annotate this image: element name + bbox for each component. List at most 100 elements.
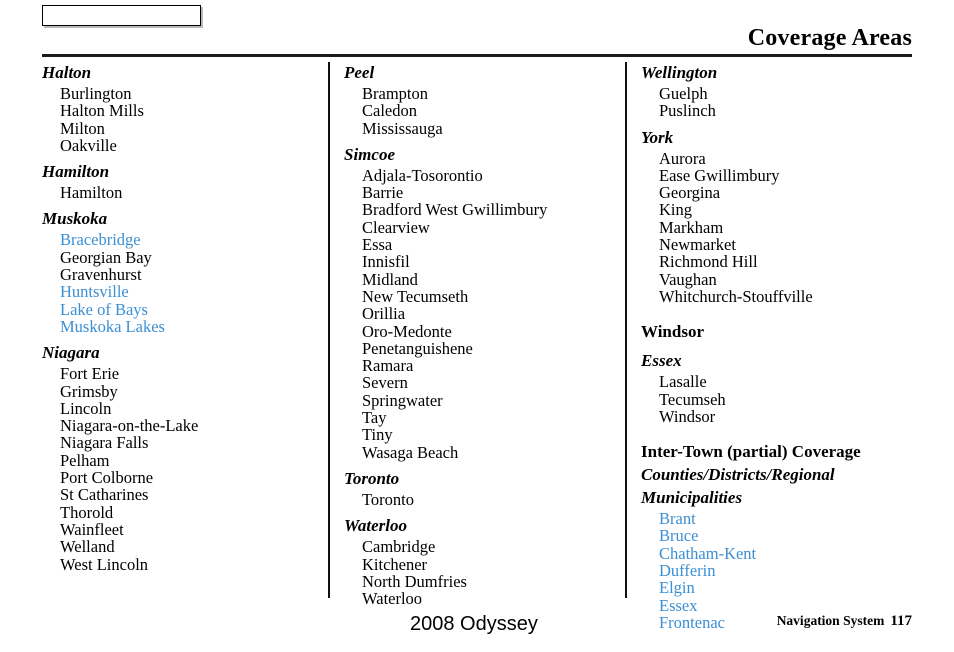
coverage-item: Orillia [362,304,406,324]
coverage-item: Gravenhurst [60,265,142,285]
coverage-group-heading: Essex [641,351,682,371]
coverage-group: Muskoka Bracebridge Georgian Bay Gravenhurs… [42,208,328,335]
coverage-item-link[interactable]: Chatham-Kent [659,544,914,562]
coverage-item-link[interactable]: Bracebridge [60,231,328,249]
coverage-item: Penetanguishene [362,338,473,358]
coverage-item: Toronto [362,489,415,509]
coverage-item-list: Hamilton [42,183,328,203]
coverage-item-list: Aurora Ease Gwillimbury Georgina King Markha… [641,149,914,305]
coverage-item: Adjala-Tosorontio [362,165,483,185]
coverage-group-heading: Muskoka [42,209,108,229]
coverage-item: Port Colborne [60,468,154,488]
coverage-item: Oro-Medonte [362,321,452,341]
coverage-item: West Lincoln [60,554,149,574]
coverage-group: Halton Burlington Halton Mills Milton Oakvil… [42,62,328,154]
coverage-item-list: Cambridge Kitchener North Dumfries Waterloo [344,538,625,607]
coverage-item: Bradford West Gwillimbury [362,200,548,220]
coverage-item-link[interactable]: Muskoka Lakes [60,318,328,336]
coverage-item: Severn [362,373,408,393]
coverage-item-list: Fort Erie Grimsby Lincoln Niagara-on-the-La… [42,365,328,573]
coverage-item: Vaughan [659,269,717,289]
coverage-item: Thorold [60,502,114,522]
coverage-group-heading: Waterloo [344,516,407,536]
coverage-item: Clearview [362,217,430,237]
coverage-item: New Tecumseth [362,286,469,306]
coverage-item: Oakville [60,135,117,155]
coverage-group: Niagara Fort Erie Grimsby Lincoln Niagara-on… [42,342,328,573]
coverage-item-link[interactable]: Brant [659,510,914,528]
coverage-item-list: Burlington Halton Mills Milton Oakville [42,85,328,154]
coverage-group: York Aurora Ease Gwillimbury Georgina King Ma… [641,127,914,306]
coverage-item: Burlington [60,84,132,103]
coverage-item-list: Brampton Caledon Mississauga [344,85,625,137]
coverage-item: Milton [60,118,105,138]
coverage-group-heading: Wellington [641,63,718,82]
coverage-item: Niagara-on-the-Lake [60,416,199,436]
coverage-item: Barrie [362,183,404,203]
coverage-group: Windsor [641,321,914,343]
coverage-item: Midland [362,269,418,289]
coverage-item: Mississauga [362,118,443,138]
coverage-item-link[interactable]: Elgin [659,579,914,597]
coverage-item: St Catharines [60,485,149,505]
footer-section-info: Navigation System 117 [777,611,912,631]
coverage-item: Tay [362,408,387,428]
coverage-column-1: Halton Burlington Halton Mills Milton Oakvil… [42,62,328,598]
coverage-item-link[interactable]: Huntsville [60,283,328,301]
coverage-columns: Halton Burlington Halton Mills Milton Oakvil… [0,62,954,631]
coverage-item: Tiny [362,425,393,445]
coverage-group-heading: Inter-Town (partial) Coverage [641,442,861,462]
coverage-item: Puslinch [659,101,716,121]
coverage-group-heading: Windsor [641,322,704,342]
coverage-item: Innisfil [362,252,410,272]
coverage-group-heading: Peel [344,63,375,82]
coverage-item: Ramara [362,356,414,376]
coverage-item: Wasaga Beach [362,442,459,462]
coverage-item-list: Adjala-Tosorontio Barrie Bradford West Gwi… [344,167,625,461]
coverage-item: Ease Gwillimbury [659,165,780,185]
coverage-item: Markham [659,217,724,237]
coverage-item: Caledon [362,101,417,121]
coverage-item: Tecumseh [659,389,726,409]
coverage-item-list: Toronto [344,489,625,509]
coverage-item: North Dumfries [362,571,467,591]
coverage-item-link[interactable]: Bruce [659,527,914,545]
header-divider-rule [42,54,912,57]
footer-section-label: Navigation System [776,613,885,628]
coverage-group: Wellington Guelph Puslinch [641,62,914,120]
coverage-group: Toronto Toronto [344,468,625,508]
footer-model: 2008 Odyssey [410,613,538,635]
coverage-item-list: Bracebridge Georgian Bay Gravenhurst Huntsv… [42,231,328,335]
coverage-item: Hamilton [60,183,123,203]
coverage-item: Richmond Hill [659,252,758,272]
coverage-item: Halton Mills [60,101,144,121]
coverage-item: Brampton [362,84,428,103]
coverage-item: Cambridge [362,537,436,557]
coverage-group: Simcoe Adjala-Tosorontio Barrie Bradford We… [344,144,625,461]
coverage-column-2: Peel Brampton Caledon Mississauga Simcoe Adja… [328,62,625,607]
coverage-item-link[interactable]: Lake of Bays [60,300,328,318]
coverage-item: Georgina [659,183,721,203]
coverage-group-heading: Niagara [42,343,100,363]
coverage-item: Kitchener [362,554,428,574]
coverage-item: Springwater [362,390,443,410]
coverage-column-3: Wellington Guelph Puslinch York Aurora Ease G… [625,62,914,631]
coverage-item: Waterloo [362,589,423,609]
coverage-group-heading: Toronto [344,468,400,488]
coverage-item: Newmarket [659,235,736,255]
footer-page-number: 117 [890,613,912,629]
coverage-item-link[interactable]: Dufferin [659,562,914,580]
coverage-item: Niagara Falls [60,433,149,453]
coverage-item-list: Guelph Puslinch [641,85,914,120]
coverage-group: Essex Lasalle Tecumseh Windsor [641,350,914,425]
coverage-item: Fort Erie [60,364,120,384]
coverage-item: Welland [60,537,115,557]
coverage-group-heading: York [641,127,674,147]
coverage-group: Waterloo Cambridge Kitchener North Dumfries… [344,515,625,607]
coverage-group-heading: Halton [42,63,92,82]
coverage-item: Grimsby [60,381,118,401]
section-tab-box [42,5,201,26]
coverage-group-subheading: Counties/Districts/Regional [641,465,835,485]
coverage-group-heading: Hamilton [42,162,110,182]
coverage-item-list: Lasalle Tecumseh Windsor [641,373,914,425]
